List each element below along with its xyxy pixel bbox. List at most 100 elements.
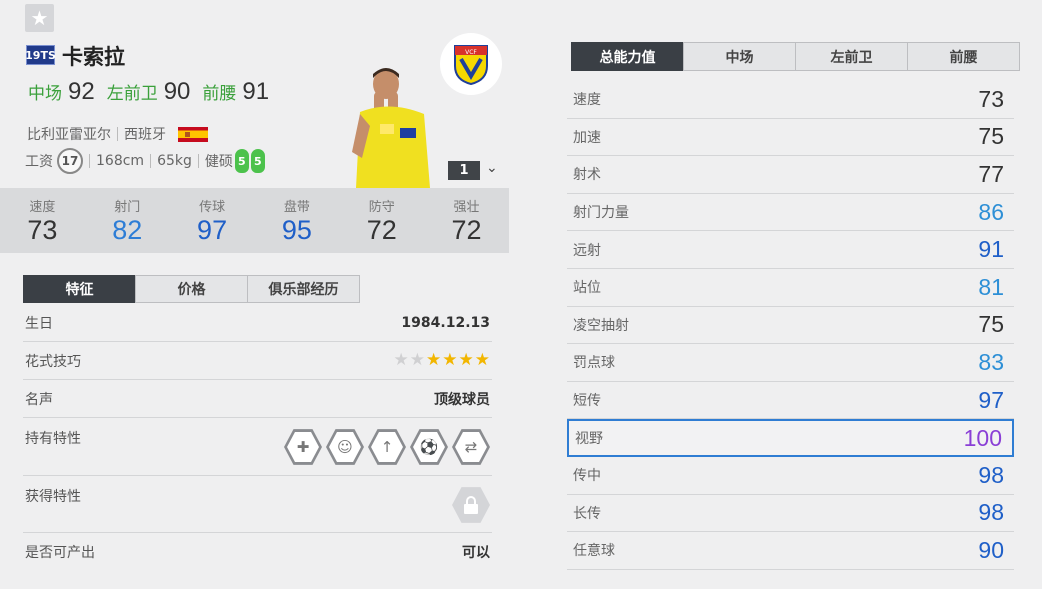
tab-traits[interactable]: 特征 xyxy=(23,275,136,303)
attribute-name: 凌空抽射 xyxy=(573,317,629,334)
tab-lm[interactable]: 左前卫 xyxy=(795,42,908,71)
height: 168cm xyxy=(96,153,145,169)
body-type: 健硕 xyxy=(204,154,233,170)
chevron-down-icon[interactable]: ⌄ xyxy=(486,160,498,176)
attribute-row[interactable]: 射术 77 xyxy=(567,156,1014,194)
attribute-value: 100 xyxy=(963,424,1002,451)
long-shot-icon[interactable]: ↑ xyxy=(368,429,406,465)
wage-label: 工资 xyxy=(25,154,53,170)
player-name: 卡索拉 xyxy=(62,45,125,69)
detail-row-skill-moves: 花式技巧 ★ ★ ★ ★ ★ ★ xyxy=(23,342,492,380)
attribute-row[interactable]: 短传 97 xyxy=(567,382,1014,420)
attribute-value: 77 xyxy=(978,160,1004,187)
attribute-name: 速度 xyxy=(573,92,601,109)
attribute-row[interactable]: 任意球 90 xyxy=(567,532,1014,570)
attribute-name: 视野 xyxy=(575,431,603,448)
player-photo xyxy=(350,62,430,188)
attribute-value: 98 xyxy=(978,461,1004,488)
attribute-name: 传中 xyxy=(573,468,601,485)
attribute-value: 73 xyxy=(978,85,1004,112)
attribute-row[interactable]: 远射 91 xyxy=(567,231,1014,269)
attribute-value: 81 xyxy=(978,273,1004,300)
tab-price[interactable]: 价格 xyxy=(135,275,248,303)
svg-text:VCF: VCF xyxy=(465,49,477,56)
attribute-row[interactable]: 速度 73 xyxy=(567,81,1014,119)
attribute-row[interactable]: 视野 100 xyxy=(567,419,1014,457)
attribute-value: 75 xyxy=(978,123,1004,150)
summary-stat: 防守 72 xyxy=(366,200,397,245)
spain-flag-icon xyxy=(178,126,208,142)
summary-stat: 射门 82 xyxy=(112,200,143,245)
summary-stats-bar: 速度 73 射门 82 传球 97 盘带 95 防守 72 强壮 72 xyxy=(0,188,509,253)
injury-resistant-icon[interactable]: ✚ xyxy=(284,429,322,465)
right-foot-icon: 5 xyxy=(250,149,265,173)
position-ratings: 中场 92 左前卫 90 前腰 91 xyxy=(28,78,281,106)
star-icon: ★ xyxy=(442,350,458,370)
dribble-icon[interactable]: ⇄ xyxy=(452,429,490,465)
attribute-name: 远射 xyxy=(573,242,601,259)
attribute-name: 短传 xyxy=(573,393,601,410)
attribute-row[interactable]: 凌空抽射 75 xyxy=(567,307,1014,345)
lock-icon xyxy=(452,487,490,523)
weight: 65kg xyxy=(157,153,192,169)
star-icon: ★ xyxy=(30,6,49,30)
attribute-name: 加速 xyxy=(573,129,601,146)
summary-stat: 速度 73 xyxy=(27,200,58,245)
tab-cm[interactable]: 中场 xyxy=(683,42,796,71)
attribute-name: 射门力量 xyxy=(573,205,629,222)
attribute-row[interactable]: 加速 75 xyxy=(567,119,1014,157)
attribute-row[interactable]: 长传 98 xyxy=(567,495,1014,533)
trait-icons: ✚ ☺ ↑ ⚽ ⇄ xyxy=(280,428,490,466)
skill-stars: ★ ★ ★ ★ ★ ★ xyxy=(393,352,491,369)
detail-row-traits: 持有特性 ✚ ☺ ↑ ⚽ ⇄ xyxy=(23,418,492,476)
attribute-name: 站位 xyxy=(573,280,601,297)
position-rating: 前腰 91 xyxy=(202,78,270,105)
attribute-value: 98 xyxy=(978,499,1004,526)
attribute-value: 90 xyxy=(978,536,1004,563)
attribute-value: 86 xyxy=(978,198,1004,225)
wage-badge: 17 xyxy=(57,148,83,174)
club-name: 比利亚雷亚尔 xyxy=(27,127,111,143)
star-icon: ★ xyxy=(426,350,442,370)
attribute-row[interactable]: 传中 98 xyxy=(567,457,1014,495)
playmaker-icon[interactable]: ☺ xyxy=(326,429,364,465)
detail-row-birthday: 生日 1984.12.13 xyxy=(23,305,492,342)
enhance-level-select[interactable]: 1 xyxy=(448,161,480,180)
left-foot-icon: 5 xyxy=(234,149,249,173)
attribute-row[interactable]: 罚点球 83 xyxy=(567,344,1014,382)
club-nation-row: 比利亚雷亚尔 西班牙 xyxy=(27,124,208,144)
tab-club-history[interactable]: 俱乐部经历 xyxy=(247,275,360,303)
attribute-list: 速度 73 加速 75 射术 77 射门力量 86 远射 91 站位 81 凌空抽射 75 罚点球 83 短传 9… xyxy=(567,81,1014,570)
attribute-name: 长传 xyxy=(573,505,601,522)
attribute-name: 射术 xyxy=(573,167,601,184)
attribute-value: 97 xyxy=(978,386,1004,413)
attribute-value: 83 xyxy=(978,348,1004,375)
detail-row-earned-traits: 获得特性 xyxy=(23,476,492,533)
attribute-value: 75 xyxy=(978,311,1004,338)
summary-stat: 传球 97 xyxy=(197,200,228,245)
star-icon: ★ xyxy=(474,350,490,370)
attribute-name: 罚点球 xyxy=(573,355,615,372)
season-badge: 19TS xyxy=(25,45,56,65)
attribute-row[interactable]: 站位 81 xyxy=(567,269,1014,307)
detail-tabs: 特征 价格 俱乐部经历 xyxy=(23,275,360,303)
detail-list: 生日 1984.12.13 花式技巧 ★ ★ ★ ★ ★ ★ 名声 顶级球员 持有特性 ✚… xyxy=(23,305,492,571)
attribute-row[interactable]: 射门力量 86 xyxy=(567,194,1014,232)
club-logo: VCF xyxy=(440,33,502,95)
favorite-star-button[interactable]: ★ xyxy=(25,4,54,32)
summary-stat: 盘带 95 xyxy=(281,200,312,245)
tab-cam[interactable]: 前腰 xyxy=(907,42,1020,71)
summary-stat: 强壮 72 xyxy=(451,200,482,245)
set-piece-icon[interactable]: ⚽ xyxy=(410,429,448,465)
tab-overall[interactable]: 总能力值 xyxy=(571,42,684,71)
attribute-tabs: 总能力值 中场 左前卫 前腰 xyxy=(571,42,1020,71)
physical-info-row: 工资 17 168cm 65kg 健硕 5 5 xyxy=(25,148,265,174)
attribute-value: 91 xyxy=(978,236,1004,263)
star-icon: ★ xyxy=(393,350,409,370)
star-icon: ★ xyxy=(458,350,474,370)
attribute-name: 任意球 xyxy=(573,543,615,560)
detail-row-fame: 名声 顶级球员 xyxy=(23,380,492,418)
detail-row-produce: 是否可产出 可以 xyxy=(25,545,490,561)
position-rating: 左前卫 90 xyxy=(106,78,191,105)
position-rating: 中场 92 xyxy=(28,78,95,105)
